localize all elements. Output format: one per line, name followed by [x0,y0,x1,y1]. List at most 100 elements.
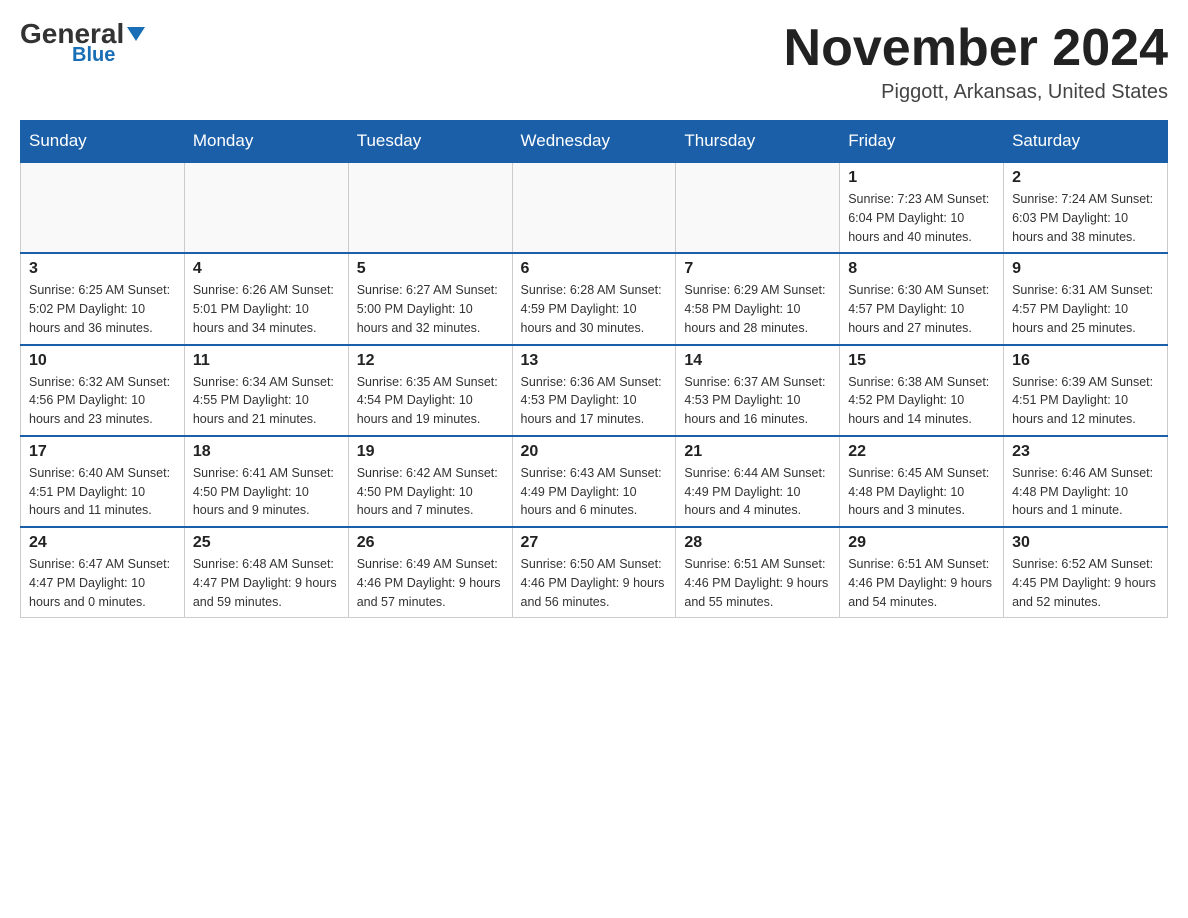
title-block: November 2024 Piggott, Arkansas, United … [784,20,1168,104]
day-number: 28 [684,534,831,552]
table-row: 29Sunrise: 6:51 AM Sunset: 4:46 PM Dayli… [840,527,1004,618]
header-monday: Monday [184,121,348,163]
day-number: 2 [1012,169,1159,187]
page-header: General Blue November 2024 Piggott, Arka… [20,20,1168,104]
header-saturday: Saturday [1004,121,1168,163]
day-number: 14 [684,352,831,370]
table-row: 23 Sunrise: 6:46 AM Sunset: 4:48 PM Dayli… [1004,436,1168,527]
table-row [184,162,348,253]
header-tuesday: Tuesday [348,121,512,163]
table-row: 15 Sunrise: 6:38 AM Sunset: 4:52 PM Dayli… [840,345,1004,436]
day-number: 27 [521,534,668,552]
day-number: 12 [357,352,504,370]
table-row: 6 Sunrise: 6:28 AM Sunset: 4:59 PM Daylig… [512,253,676,344]
day-info: Sunrise: 6:43 AM Sunset: 4:49 PM Dayligh… [521,464,668,520]
table-row: 3 Sunrise: 6:25 AM Sunset: 5:02 PM Daylig… [21,253,185,344]
day-info: Sunrise: 6:50 AM Sunset: 4:46 PM Dayligh… [521,555,668,611]
day-number: 17 [29,443,176,461]
day-number: 15 [848,352,995,370]
day-number: 23 [1012,443,1159,461]
day-number: 11 [193,352,340,370]
table-row: 2 Sunrise: 7:24 AM Sunset: 6:03 PM Daylig… [1004,162,1168,253]
header-sunday: Sunday [21,121,185,163]
day-info: Sunrise: 6:28 AM Sunset: 4:59 PM Dayligh… [521,281,668,337]
day-info: Sunrise: 6:49 AM Sunset: 4:46 PM Dayligh… [357,555,504,611]
table-row: 28 Sunrise: 6:51 AM Sunset: 4:46 PM Dayli… [676,527,840,618]
day-number: 10 [29,352,176,370]
table-row: 11Sunrise: 6:34 AM Sunset: 4:55 PM Dayli… [184,345,348,436]
day-info: Sunrise: 6:45 AM Sunset: 4:48 PM Dayligh… [848,464,995,520]
day-info: Sunrise: 6:51 AM Sunset: 4:46 PM Dayligh… [848,555,995,611]
day-number: 4 [193,260,340,278]
logo-blue: Blue [72,44,115,67]
day-info: Sunrise: 6:26 AM Sunset: 5:01 PM Dayligh… [193,281,340,337]
calendar-week-3: 10 Sunrise: 6:32 AM Sunset: 4:56 PM Dayli… [21,345,1168,436]
day-number: 1 [848,169,995,187]
table-row: 8Sunrise: 6:30 AM Sunset: 4:57 PM Daylig… [840,253,1004,344]
table-row: 20Sunrise: 6:43 AM Sunset: 4:49 PM Dayli… [512,436,676,527]
day-number: 18 [193,443,340,461]
day-number: 13 [521,352,668,370]
day-info: Sunrise: 6:29 AM Sunset: 4:58 PM Dayligh… [684,281,831,337]
table-row: 26 Sunrise: 6:49 AM Sunset: 4:46 PM Dayli… [348,527,512,618]
table-row: 14 Sunrise: 6:37 AM Sunset: 4:53 PM Dayli… [676,345,840,436]
calendar-week-1: 1 Sunrise: 7:23 AM Sunset: 6:04 PM Daylig… [21,162,1168,253]
day-info: Sunrise: 6:32 AM Sunset: 4:56 PM Dayligh… [29,373,176,429]
table-row: 16 Sunrise: 6:39 AM Sunset: 4:51 PM Dayli… [1004,345,1168,436]
day-info: Sunrise: 6:27 AM Sunset: 5:00 PM Dayligh… [357,281,504,337]
day-info: Sunrise: 6:38 AM Sunset: 4:52 PM Dayligh… [848,373,995,429]
day-info: Sunrise: 6:44 AM Sunset: 4:49 PM Dayligh… [684,464,831,520]
day-number: 8 [848,260,995,278]
table-row [512,162,676,253]
calendar-week-2: 3 Sunrise: 6:25 AM Sunset: 5:02 PM Daylig… [21,253,1168,344]
calendar-week-5: 24 Sunrise: 6:47 AM Sunset: 4:47 PM Dayli… [21,527,1168,618]
day-info: Sunrise: 7:23 AM Sunset: 6:04 PM Dayligh… [848,190,995,246]
day-info: Sunrise: 6:25 AM Sunset: 5:02 PM Dayligh… [29,281,176,337]
day-info: Sunrise: 6:35 AM Sunset: 4:54 PM Dayligh… [357,373,504,429]
table-row: 4 Sunrise: 6:26 AM Sunset: 5:01 PM Daylig… [184,253,348,344]
day-info: Sunrise: 6:41 AM Sunset: 4:50 PM Dayligh… [193,464,340,520]
day-number: 22 [848,443,995,461]
day-number: 21 [684,443,831,461]
day-info: Sunrise: 6:47 AM Sunset: 4:47 PM Dayligh… [29,555,176,611]
day-info: Sunrise: 6:51 AM Sunset: 4:46 PM Dayligh… [684,555,831,611]
day-info: Sunrise: 6:37 AM Sunset: 4:53 PM Dayligh… [684,373,831,429]
logo: General Blue [20,20,145,67]
day-info: Sunrise: 6:40 AM Sunset: 4:51 PM Dayligh… [29,464,176,520]
day-number: 25 [193,534,340,552]
day-number: 3 [29,260,176,278]
day-number: 30 [1012,534,1159,552]
table-row: 5 Sunrise: 6:27 AM Sunset: 5:00 PM Daylig… [348,253,512,344]
table-row: 25 Sunrise: 6:48 AM Sunset: 4:47 PM Dayli… [184,527,348,618]
day-info: Sunrise: 6:31 AM Sunset: 4:57 PM Dayligh… [1012,281,1159,337]
day-number: 19 [357,443,504,461]
day-info: Sunrise: 6:36 AM Sunset: 4:53 PM Dayligh… [521,373,668,429]
day-number: 26 [357,534,504,552]
day-info: Sunrise: 6:48 AM Sunset: 4:47 PM Dayligh… [193,555,340,611]
table-row: 19 Sunrise: 6:42 AM Sunset: 4:50 PM Dayli… [348,436,512,527]
header-friday: Friday [840,121,1004,163]
day-number: 7 [684,260,831,278]
day-number: 9 [1012,260,1159,278]
day-info: Sunrise: 6:46 AM Sunset: 4:48 PM Dayligh… [1012,464,1159,520]
day-number: 5 [357,260,504,278]
day-info: Sunrise: 7:24 AM Sunset: 6:03 PM Dayligh… [1012,190,1159,246]
header-wednesday: Wednesday [512,121,676,163]
table-row: 27 Sunrise: 6:50 AM Sunset: 4:46 PM Dayli… [512,527,676,618]
table-row: 17 Sunrise: 6:40 AM Sunset: 4:51 PM Dayli… [21,436,185,527]
table-row: 21 Sunrise: 6:44 AM Sunset: 4:49 PM Dayli… [676,436,840,527]
table-row: 9 Sunrise: 6:31 AM Sunset: 4:57 PM Daylig… [1004,253,1168,344]
day-number: 24 [29,534,176,552]
day-number: 6 [521,260,668,278]
table-row: 30Sunrise: 6:52 AM Sunset: 4:45 PM Dayli… [1004,527,1168,618]
location-title: Piggott, Arkansas, United States [784,81,1168,104]
table-row: 7 Sunrise: 6:29 AM Sunset: 4:58 PM Daylig… [676,253,840,344]
day-info: Sunrise: 6:42 AM Sunset: 4:50 PM Dayligh… [357,464,504,520]
table-row: 1 Sunrise: 7:23 AM Sunset: 6:04 PM Daylig… [840,162,1004,253]
calendar-week-4: 17 Sunrise: 6:40 AM Sunset: 4:51 PM Dayli… [21,436,1168,527]
day-info: Sunrise: 6:39 AM Sunset: 4:51 PM Dayligh… [1012,373,1159,429]
table-row: 24 Sunrise: 6:47 AM Sunset: 4:47 PM Dayli… [21,527,185,618]
table-row [676,162,840,253]
day-number: 16 [1012,352,1159,370]
table-row: 13 Sunrise: 6:36 AM Sunset: 4:53 PM Dayli… [512,345,676,436]
